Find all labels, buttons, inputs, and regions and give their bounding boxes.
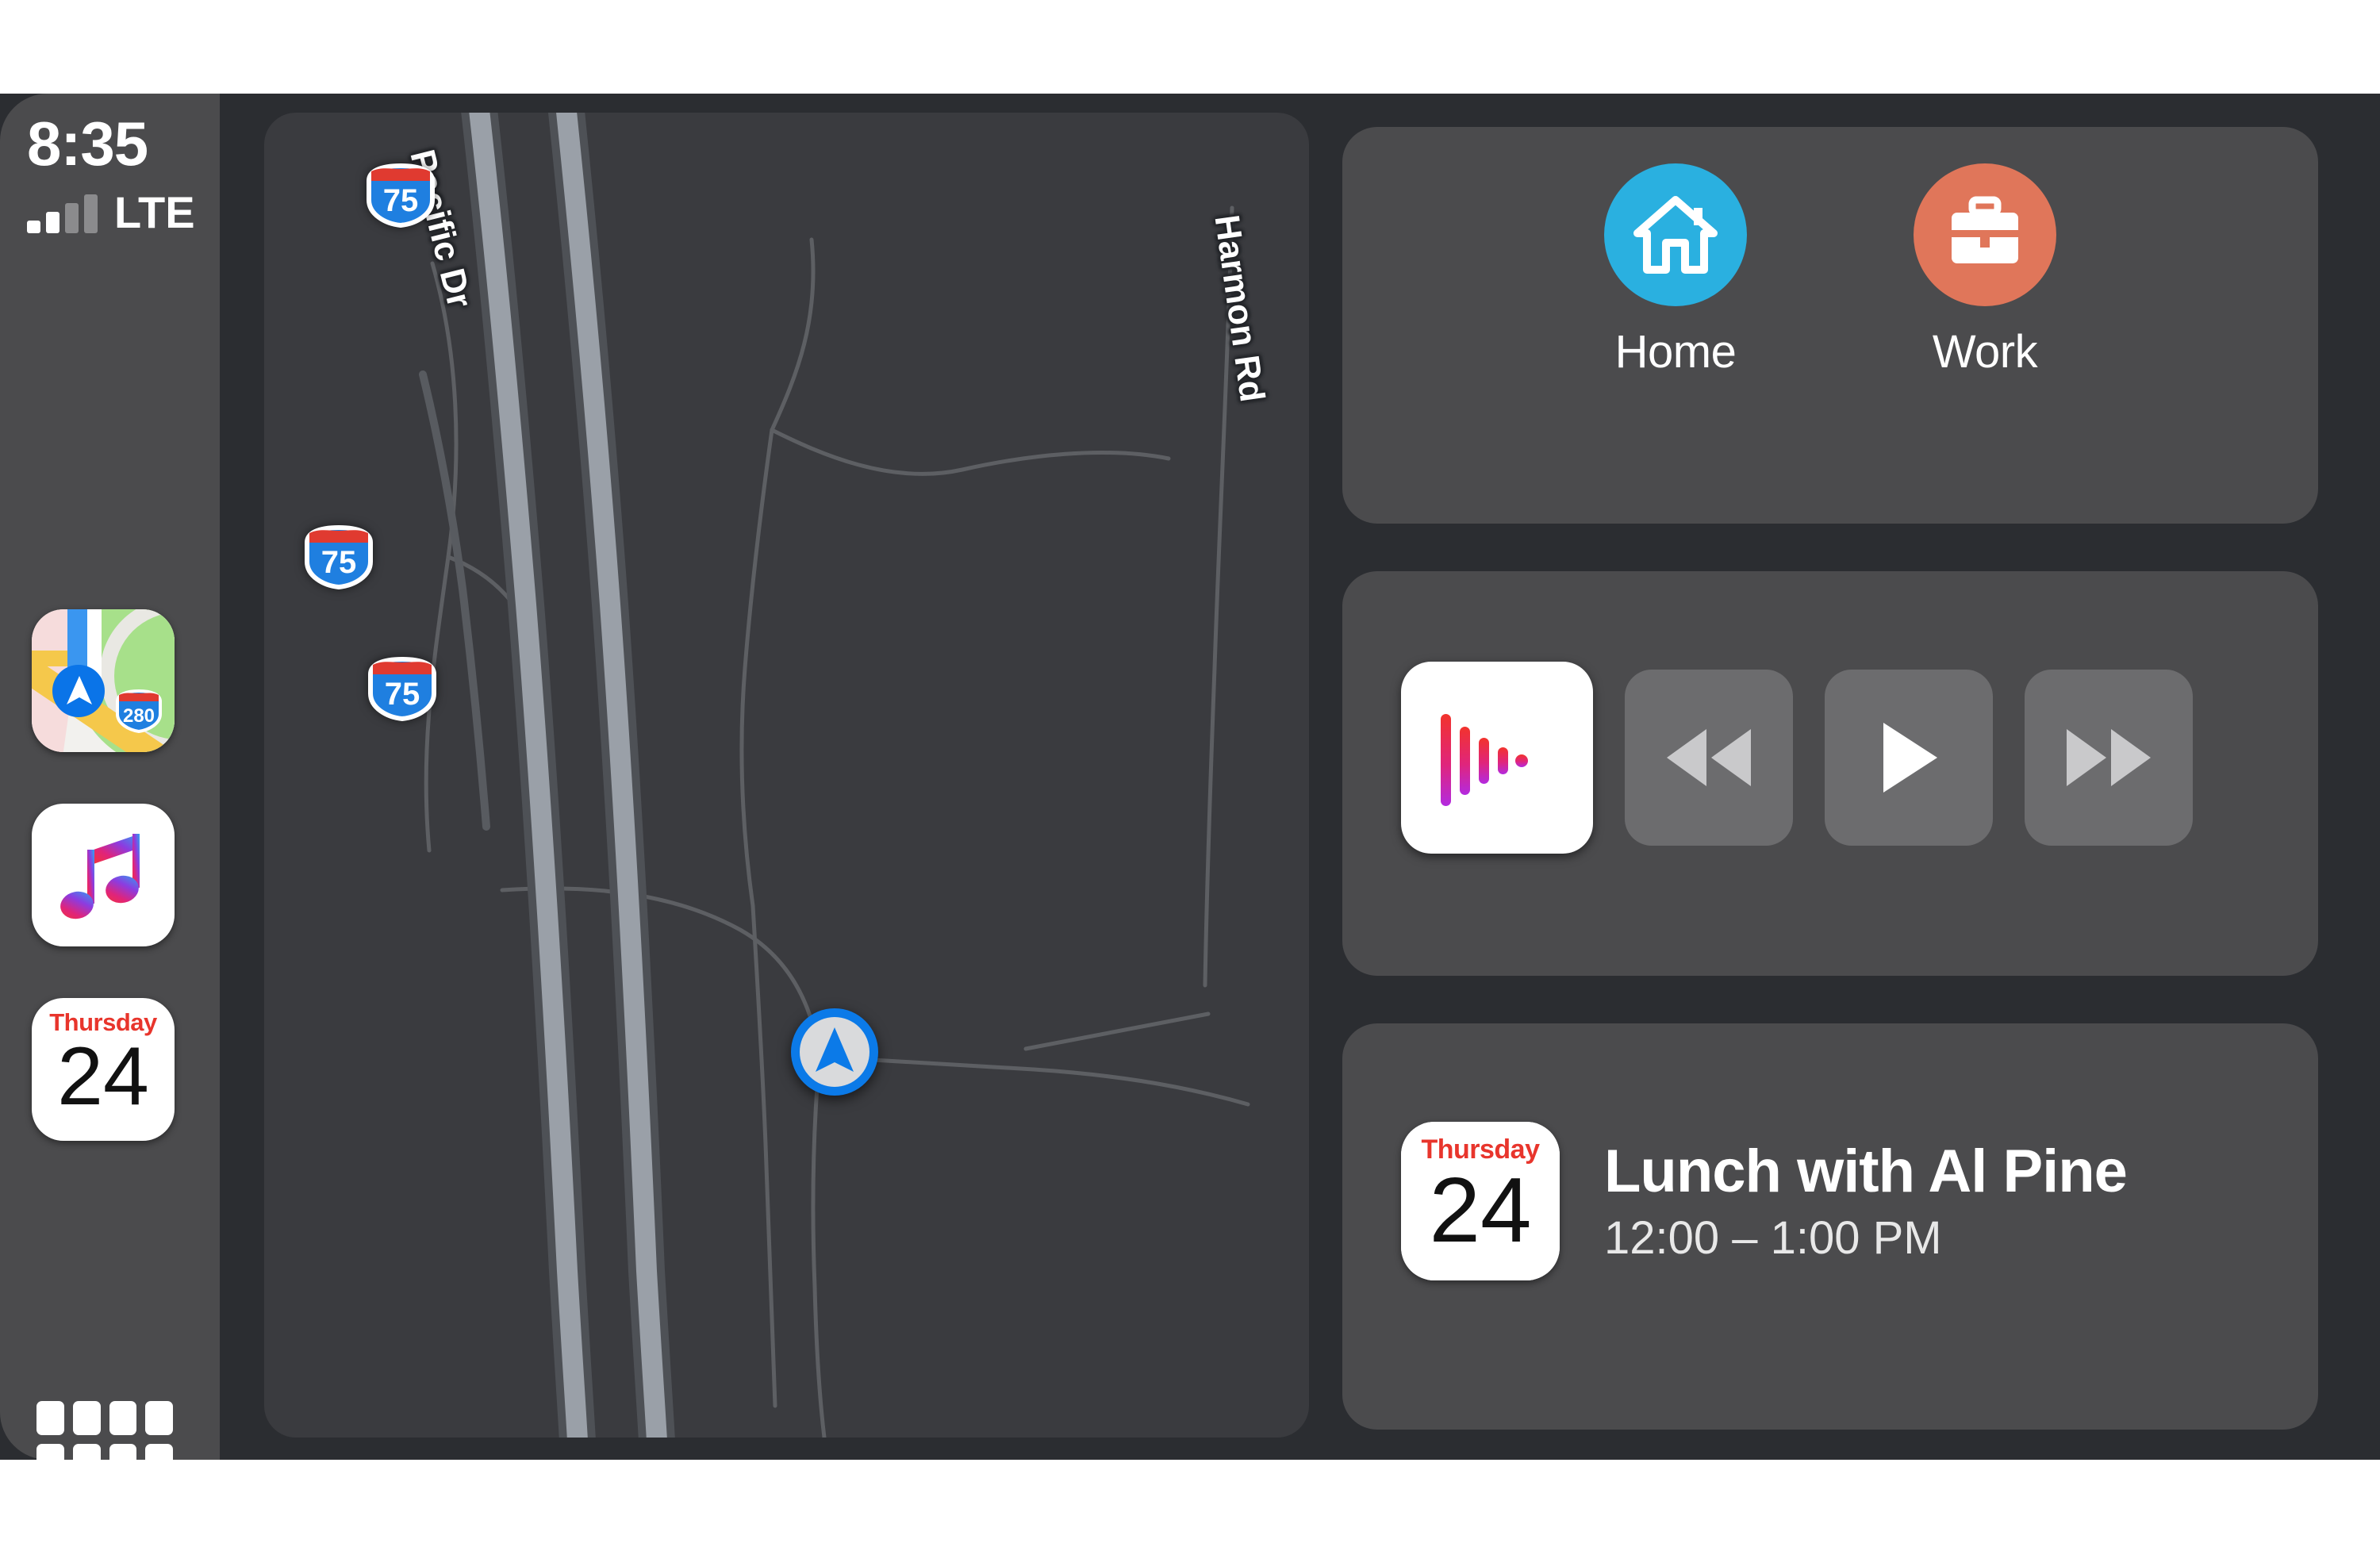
rewind-icon[interactable] (1625, 670, 1793, 846)
favorite-home[interactable]: Home (1604, 163, 1747, 378)
map-roads (419, 113, 1250, 1438)
app-grid-icon[interactable] (36, 1401, 173, 1460)
sidebar-app-maps[interactable]: 280 (32, 609, 175, 752)
favorite-work-label: Work (1932, 326, 2038, 378)
event-time: 12:00 – 1:00 PM (1604, 1212, 1942, 1264)
app-grid-cell (36, 1401, 64, 1435)
event-row: Thursday 24 Lunch with Al Pine 12:00 – 1… (1401, 1122, 2128, 1280)
sidebar-app-calendar[interactable]: Thursday 24 (32, 998, 175, 1141)
signal-bar-3 (65, 203, 79, 233)
calendar-day-number: 24 (57, 1031, 149, 1123)
carrier-label: LTE (114, 187, 195, 237)
app-grid-cell (145, 1443, 173, 1460)
calendar-icon: Thursday 24 (1401, 1122, 1560, 1280)
event-details: Lunch with Al Pine 12:00 – 1:00 PM (1604, 1138, 2128, 1264)
maps-route-shield-280-icon: 280 (114, 689, 163, 734)
app-grid-cell (109, 1401, 137, 1435)
route-shield-75-icon: 75 (364, 162, 437, 228)
svg-text:75: 75 (383, 183, 419, 218)
music-note-icon (52, 821, 154, 933)
event-calendar-day: 24 (1429, 1158, 1532, 1261)
route-shield-75-icon: 75 (302, 524, 375, 590)
app-grid-cell (36, 1443, 64, 1460)
carplay-dashboard: 8:35 LTE 280 Thursday 24 Pacific Dr Harm… (0, 94, 2380, 1460)
media-controls-row (1401, 662, 2193, 854)
favorite-home-label: Home (1614, 326, 1737, 378)
briefcase-icon (1914, 163, 2056, 306)
signal-bar-1 (27, 221, 40, 233)
sidebar-app-music[interactable] (32, 804, 175, 946)
event-title: Lunch with Al Pine (1604, 1138, 2128, 1205)
map-panel[interactable]: Pacific Dr Harmon Rd 75 75 75 (264, 113, 1309, 1438)
fast-forward-icon[interactable] (2025, 670, 2193, 846)
dashboard-cards: Home Work Thursday 24 Lunch with Al Pine… (1342, 94, 2380, 1460)
clock: 8:35 (27, 109, 148, 178)
svg-text:75: 75 (385, 677, 420, 712)
route-shield-75-icon: 75 (366, 655, 439, 722)
status-bar: 8:35 LTE (27, 109, 209, 237)
svg-text:280: 280 (123, 705, 155, 727)
favorites-card: Home Work (1342, 127, 2318, 524)
app-grid-cell (72, 1401, 101, 1435)
app-grid-cell (145, 1401, 173, 1435)
sidebar: 8:35 LTE 280 Thursday 24 (0, 94, 220, 1460)
house-icon (1604, 163, 1747, 306)
signal-and-carrier: LTE (27, 187, 209, 237)
signal-bar-2 (46, 212, 60, 233)
calendar-event-card[interactable]: Thursday 24 Lunch with Al Pine 12:00 – 1… (1342, 1023, 2318, 1430)
play-icon[interactable] (1825, 670, 1993, 846)
svg-text:75: 75 (321, 545, 357, 580)
signal-bar-4 (84, 194, 98, 233)
now-playing-waveform-icon[interactable] (1401, 662, 1593, 854)
current-location-icon (791, 1008, 878, 1096)
media-player-card (1342, 571, 2318, 976)
maps-navigation-arrow-icon (52, 665, 105, 717)
favorite-work[interactable]: Work (1914, 163, 2056, 378)
favorites-list: Home Work (1342, 163, 2318, 378)
app-grid-cell (109, 1443, 137, 1460)
app-grid-cell (72, 1443, 101, 1460)
map-region: Pacific Dr Harmon Rd 75 75 75 (220, 94, 1324, 1460)
